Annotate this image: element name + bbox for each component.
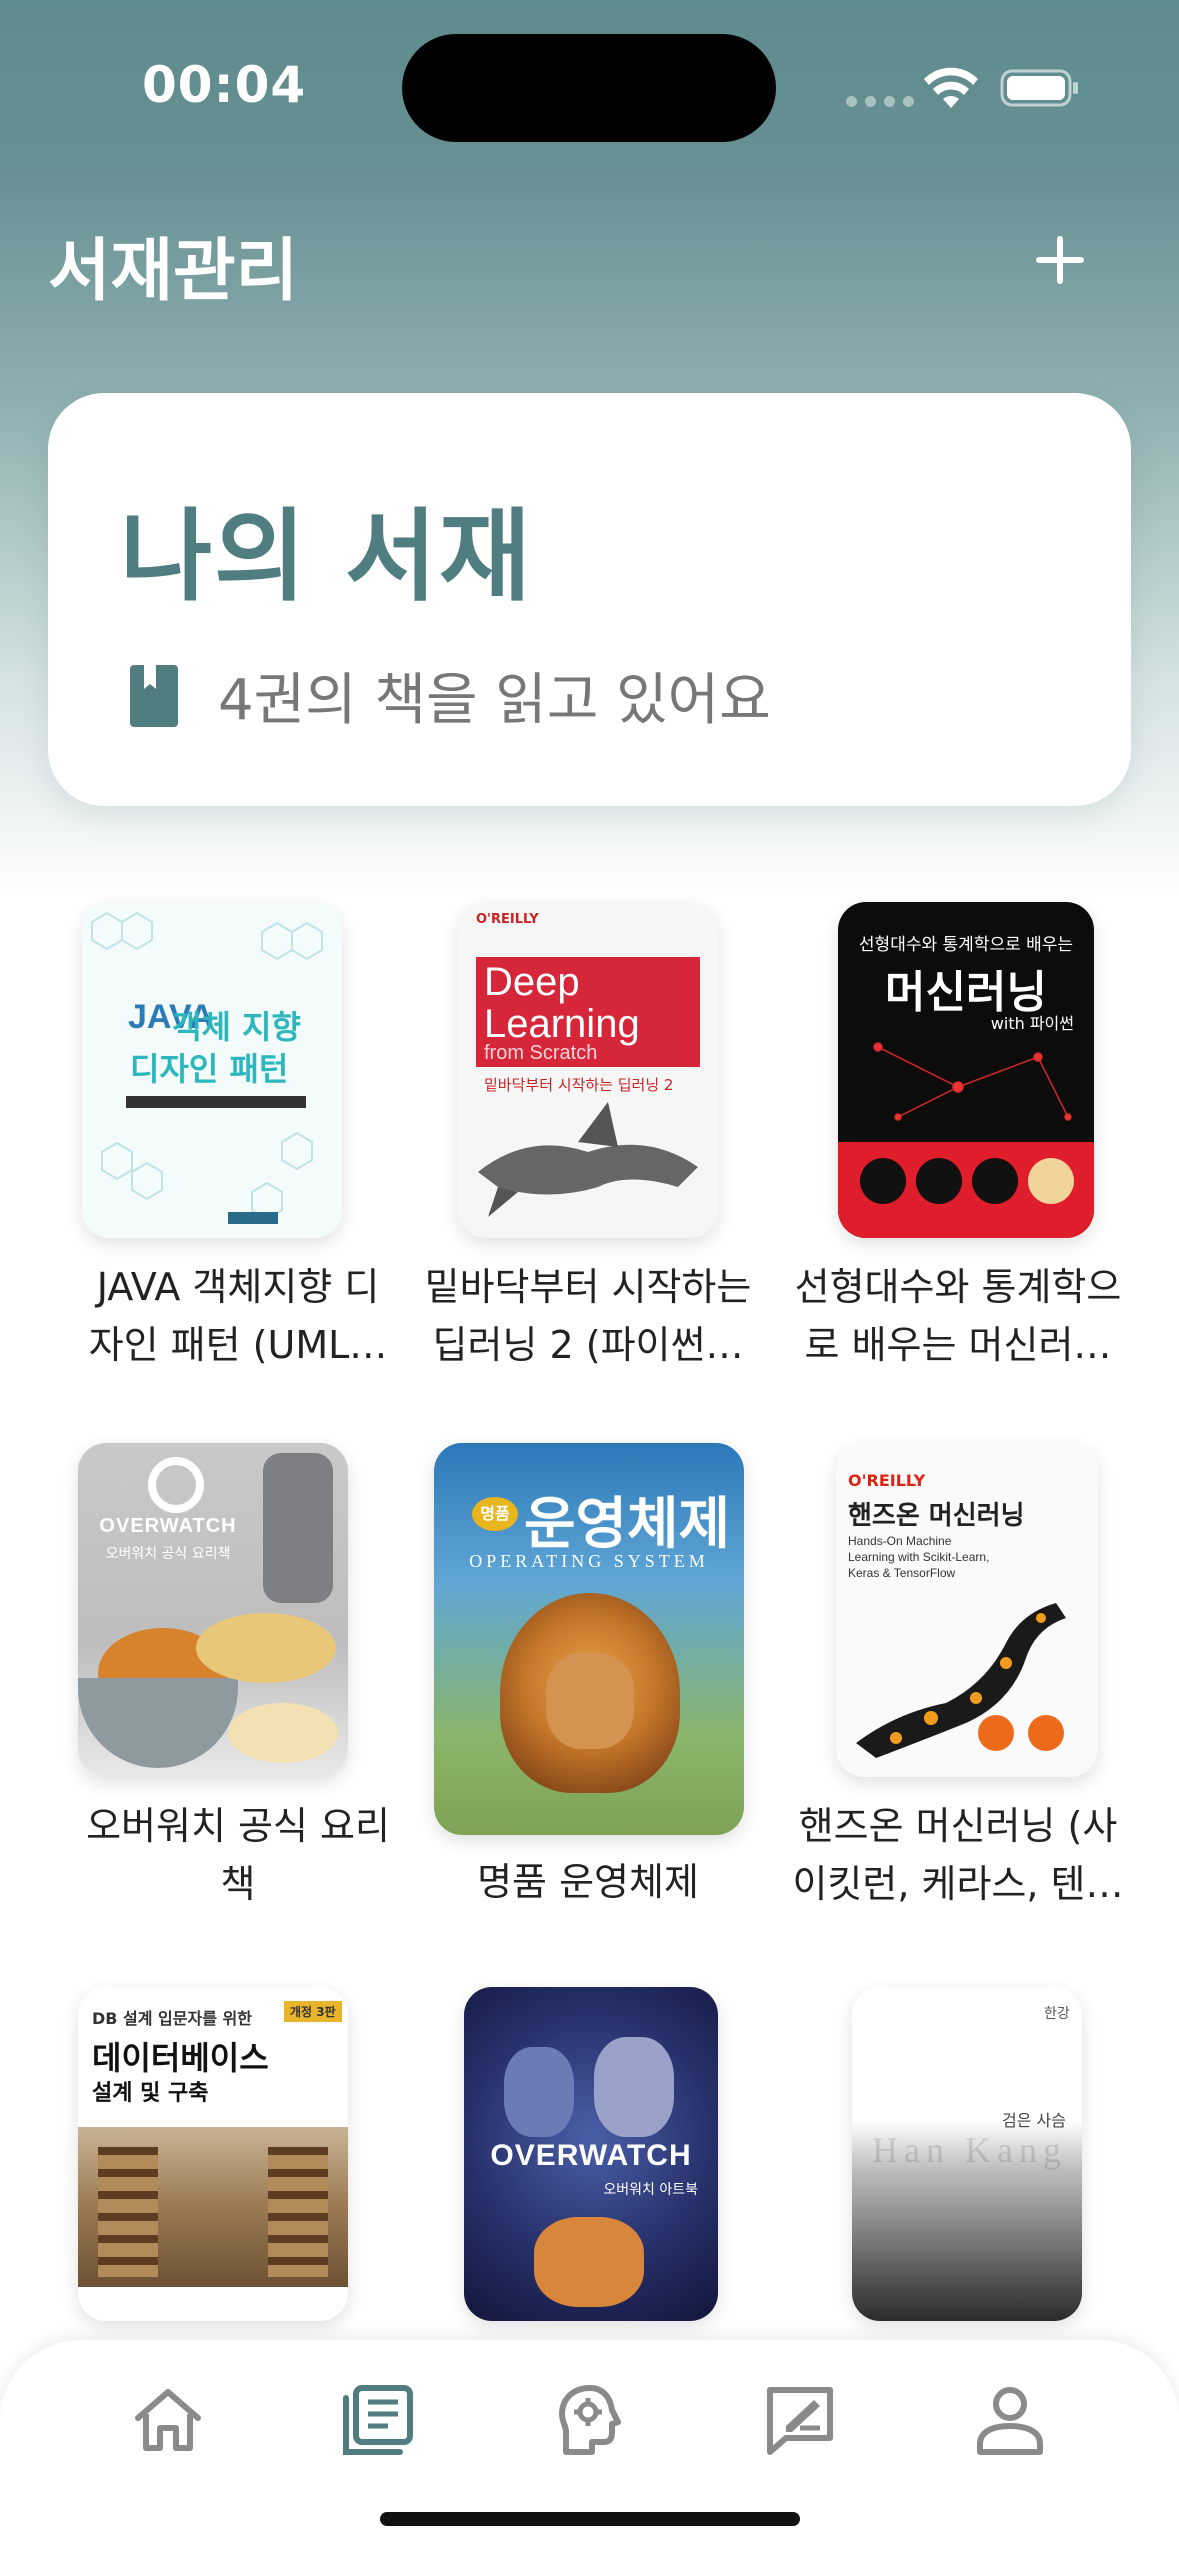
library-title: 나의 서재 [120, 498, 533, 615]
book-cover[interactable]: OVERWATCH 오버워치 아트북 [464, 1987, 718, 2321]
reading-count-row: 4권의 책을 읽고 있어요 [130, 655, 771, 736]
battery-icon [1000, 69, 1078, 107]
book-title: 선형대수와 통계학으 로 배우는 머신러… [794, 1265, 1122, 1367]
book-title: 명품 운영체제 [477, 1860, 699, 1904]
book-cover[interactable]: 선형대수와 통계학으로 배우는 머신러닝 with 파이썬 [838, 902, 1094, 1238]
page-title: 서재관리 [48, 232, 299, 311]
book-cover[interactable]: JAVA 객체 지향 디자인 패턴 [82, 902, 342, 1238]
book-title: 오버워치 공식 요리 책 [86, 1804, 390, 1906]
cellular-signal-icon [846, 96, 914, 107]
book-title: 핸즈온 머신러닝 (사 이킷런, 케라스, 텐… [792, 1804, 1124, 1906]
book-cover[interactable]: DB 설계 입문자를 위한 개정 3판 데이터베이스 설계 및 구축 [78, 1987, 348, 2321]
cover-band [126, 1096, 306, 1108]
library-icon[interactable] [340, 2382, 416, 2458]
profile-icon[interactable] [972, 2382, 1048, 2458]
cover-title-2: 객체 지향 [172, 1008, 301, 1046]
book-title: 밑바닥부터 시작하는 딥러닝 2 (파이썬… [424, 1265, 752, 1367]
home-icon[interactable] [130, 2382, 206, 2458]
dynamic-island [402, 34, 776, 142]
book-cover[interactable]: O'REILLY Deep Learning from Scratch 밑바닥부… [458, 902, 718, 1238]
book-cover[interactable]: 한강 검은 사슴 Han Kang [852, 1987, 1082, 2321]
library-summary-card: 나의 서재 4권의 책을 읽고 있어요 [48, 393, 1131, 806]
review-icon[interactable] [762, 2382, 838, 2458]
wifi-icon [924, 67, 978, 108]
home-indicator [380, 2512, 800, 2526]
book-icon [130, 664, 178, 727]
status-time: 00:04 [142, 56, 307, 114]
reading-count-text: 4권의 책을 읽고 있어요 [218, 668, 771, 733]
book-cover[interactable]: OVERWATCH 오버워치 공식 요리책 [78, 1443, 348, 1777]
cover-title-3: 디자인 패턴 [130, 1050, 289, 1088]
book-title: JAVA 객체지향 디 자인 패턴 (UML… [88, 1265, 388, 1367]
brain-icon[interactable] [552, 2382, 628, 2458]
book-cover[interactable]: O'REILLY 핸즈온 머신러닝 Hands-On Machine Learn… [836, 1443, 1098, 1777]
book-cover[interactable]: 명품 운영체제 OPERATING SYSTEM [434, 1443, 744, 1835]
add-book-button[interactable] [1030, 230, 1090, 290]
